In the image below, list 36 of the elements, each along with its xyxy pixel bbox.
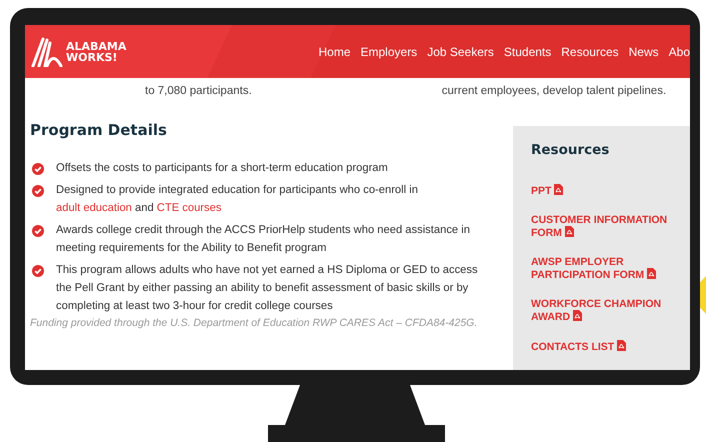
- check-circle-icon: [32, 163, 44, 175]
- bullet-text: Designed to provide integrated education for participants who co-enroll in adult education and CTE courses: [56, 183, 419, 216]
- intro-text: current employees, develop talent pipelines.: [442, 84, 666, 96]
- nav-link[interactable]: Job Seekers: [427, 44, 494, 58]
- check-circle-icon: [32, 185, 44, 197]
- nav-link[interactable]: Home: [318, 44, 350, 58]
- logo-stripes-icon: [31, 36, 63, 66]
- resource-link[interactable]: AWSP EMPLOYER PARTICIPATION FORM: [531, 256, 682, 281]
- pdf-file-icon: [554, 184, 564, 195]
- resource-link[interactable]: CUSTOMER INFORMATION FORM: [531, 214, 682, 239]
- panel-heading: Resources: [531, 142, 610, 158]
- intro-text: to 7,080 participants.: [145, 84, 252, 96]
- bullet-text: Awards college credit through the ACCS PriorHelp students who need assistance in meeting requirements for the Ability to Benefit program: [56, 223, 471, 256]
- nav-link[interactable]: Students: [504, 44, 552, 58]
- pdf-file-icon: [564, 226, 574, 237]
- bullet-text: This program allows adults who have not yet earned a HS Diploma or GED to access the Pell Grant by either passing an ability to benefit assessment of basic skills or by completing at least two 3-hour for credit college courses: [56, 263, 479, 314]
- resource-link[interactable]: CONTACTS LIST: [531, 340, 626, 353]
- bullet-text: Offsets the costs to participants for a short-term education program: [56, 161, 388, 176]
- pdf-file-icon: [617, 340, 626, 351]
- pdf-file-icon: [647, 268, 656, 279]
- check-circle-icon: [32, 225, 44, 237]
- logo-text: ALABAMA: [66, 40, 126, 52]
- nav-link[interactable]: Resources: [561, 44, 619, 58]
- section-heading: Program Details: [30, 121, 168, 139]
- logo-text: WORKS!: [66, 52, 118, 62]
- funding-note: Funding provided through the U.S. Department of Education RWP CARES Act – CFDA84-425G.: [30, 317, 478, 329]
- nav-link[interactable]: Abo: [668, 44, 690, 58]
- text-link[interactable]: adult education: [56, 202, 132, 214]
- text-link[interactable]: CTE courses: [156, 202, 222, 214]
- pdf-file-icon: [573, 310, 582, 321]
- nav-link[interactable]: Employers: [360, 44, 418, 58]
- check-circle-icon: [32, 265, 44, 277]
- resource-link[interactable]: WORKFORCE CHAMPION AWARD: [531, 298, 682, 323]
- site-logo[interactable]: ALABAMA WORKS!: [31, 36, 126, 66]
- resource-link[interactable]: PPT: [531, 184, 564, 197]
- nav-link[interactable]: News: [628, 44, 659, 58]
